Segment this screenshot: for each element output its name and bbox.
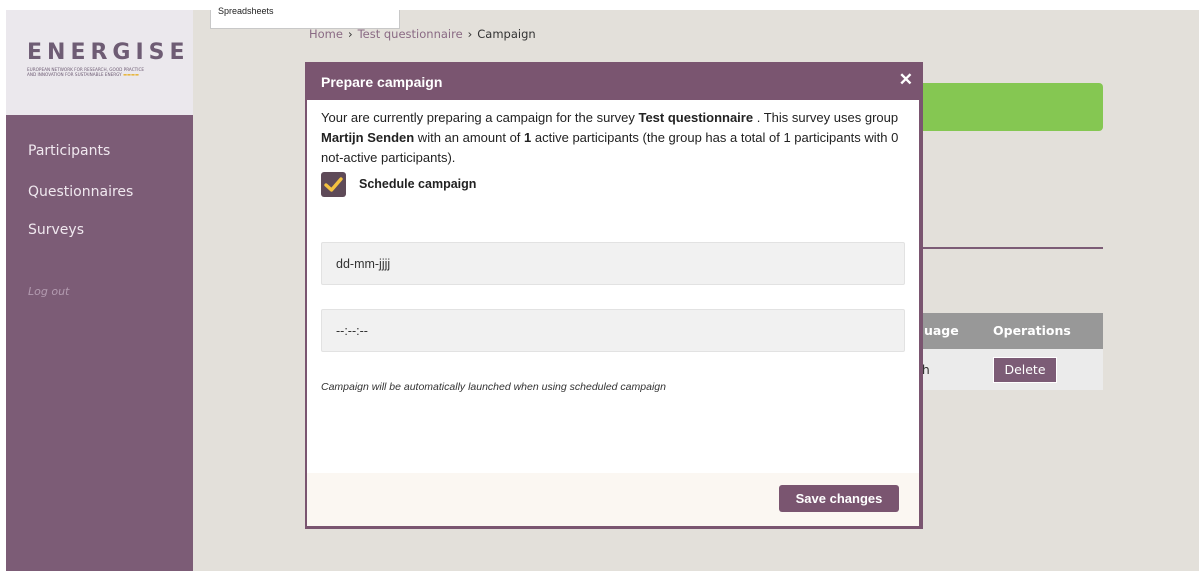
modal-header: Prepare campaign ✕ (305, 62, 923, 100)
breadcrumb-separator: › (347, 27, 353, 41)
brand-tagline-line2: AND INNOVATION FOR SUSTAINABLE ENERGY (27, 72, 122, 77)
breadcrumb-test-questionnaire[interactable]: Test questionnaire (358, 27, 463, 41)
intro-part: Your are currently preparing a campaign … (321, 110, 639, 125)
intro-part: . This survey uses group (753, 110, 899, 125)
sidebar: ENERGISE EUROPEAN NETWORK FOR RESEARCH, … (6, 10, 193, 571)
modal-body: Your are currently preparing a campaign … (307, 100, 919, 473)
table-header: guage Operations (911, 313, 1103, 349)
brand-tagline: EUROPEAN NETWORK FOR RESEARCH, GOOD PRAC… (27, 67, 187, 77)
sidebar-item-surveys[interactable]: Surveys (28, 222, 84, 238)
campaign-intro-text: Your are currently preparing a campaign … (321, 108, 911, 168)
app-frame: ENERGISE EUROPEAN NETWORK FOR RESEARCH, … (6, 6, 1199, 571)
breadcrumb-current: Campaign (477, 27, 536, 41)
table-row: ch Delete (911, 349, 1103, 390)
dropdown-spreadsheets-label: Spreadsheets (218, 6, 274, 16)
date-input[interactable]: dd-mm-jjjj (321, 242, 905, 285)
sidebar-item-questionnaires[interactable]: Questionnaires (28, 184, 133, 200)
time-input[interactable]: --:--:-- (321, 309, 905, 352)
checkmark-icon (324, 177, 343, 192)
group-name: Martijn Senden (321, 130, 415, 145)
intro-part: with an amount of (414, 130, 525, 145)
survey-name: Test questionnaire (638, 110, 754, 125)
logo[interactable]: ENERGISE EUROPEAN NETWORK FOR RESEARCH, … (6, 10, 193, 115)
prepare-campaign-modal: Prepare campaign ✕ Your are currently pr… (305, 62, 923, 529)
breadcrumb-home[interactable]: Home (309, 27, 343, 41)
brand-underline-accent: ▬▬▬▬ (123, 72, 139, 77)
schedule-note: Campaign will be automatically launched … (321, 381, 666, 393)
delete-button[interactable]: Delete (993, 357, 1057, 383)
column-header-operations: Operations (993, 323, 1071, 338)
brand-name: ENERGISE (27, 40, 190, 65)
modal-title: Prepare campaign (321, 74, 443, 90)
close-icon[interactable]: ✕ (899, 71, 913, 88)
save-changes-button[interactable]: Save changes (779, 485, 899, 512)
schedule-campaign-checkbox[interactable] (321, 172, 346, 197)
breadcrumb: Home › Test questionnaire › Campaign (309, 27, 536, 41)
modal-footer: Save changes (307, 473, 919, 526)
schedule-campaign-label: Schedule campaign (359, 177, 477, 191)
section-divider (911, 247, 1103, 249)
logout-link[interactable]: Log out (28, 285, 69, 298)
breadcrumb-separator: › (467, 27, 473, 41)
sidebar-item-participants[interactable]: Participants (28, 143, 110, 159)
success-alert (911, 83, 1103, 131)
